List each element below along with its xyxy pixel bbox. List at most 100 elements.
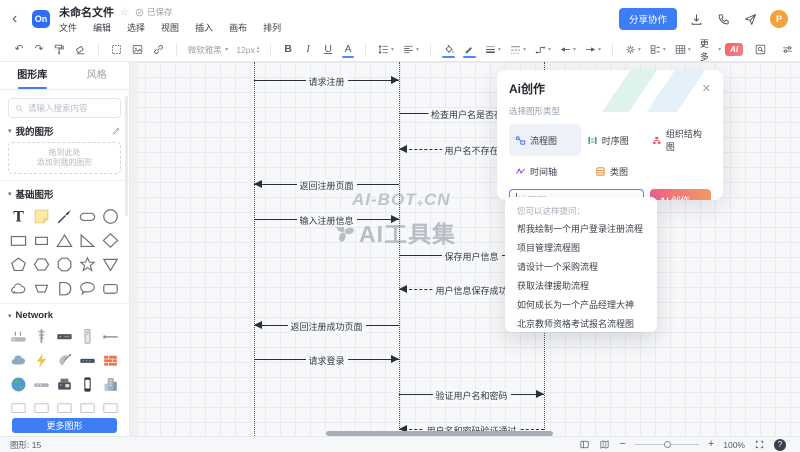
shape-patch-panel[interactable]: [77, 349, 99, 371]
shape-rectangle[interactable]: [7, 229, 29, 251]
shape-d-shape[interactable]: [53, 277, 75, 299]
insert-link-button[interactable]: [149, 41, 168, 58]
ai-assistant-button[interactable]: AI: [725, 43, 743, 56]
line-style-button[interactable]: ▾: [506, 41, 529, 58]
suggestion-item-5[interactable]: 北京教师资格考试报名流程图: [517, 315, 645, 334]
diagram-type-org-chart[interactable]: 组织结构图: [646, 124, 711, 156]
shape-screen[interactable]: [7, 397, 29, 419]
suggestion-item-2[interactable]: 请设计一个采购流程: [517, 258, 645, 277]
shape-fax-machine[interactable]: [53, 373, 75, 395]
fill-color-button[interactable]: [439, 41, 458, 58]
shape-rectangle-2[interactable]: [30, 229, 52, 251]
suggestion-item-4[interactable]: 如何成长为一个产品经理大神: [517, 296, 645, 315]
shape-switch-hub[interactable]: [30, 373, 52, 395]
help-icon[interactable]: ?: [774, 439, 786, 451]
zoom-level[interactable]: 100%: [723, 440, 745, 450]
shape-triangle[interactable]: [53, 229, 75, 251]
favorite-star-icon[interactable]: ☆: [120, 7, 129, 18]
shape-mobile-phone[interactable]: [77, 373, 99, 395]
shape-octagon[interactable]: [53, 253, 75, 275]
font-color-button[interactable]: A: [339, 41, 357, 58]
network-header[interactable]: ▾ Network: [8, 310, 121, 321]
shape-screen[interactable]: [30, 397, 52, 419]
shape-hexagon[interactable]: [30, 253, 52, 275]
shape-cloud[interactable]: [7, 277, 29, 299]
suggestion-item-1[interactable]: 项目管理流程图: [517, 239, 645, 258]
phone-icon[interactable]: [716, 12, 731, 27]
arrow-start-button[interactable]: ▾: [556, 41, 579, 58]
zoom-slider[interactable]: [635, 444, 699, 446]
line-color-button[interactable]: [460, 41, 479, 58]
shape-cable[interactable]: [100, 325, 122, 347]
diagram-type-sequence[interactable]: 时序图: [581, 124, 647, 156]
lifeline-1[interactable]: [399, 62, 400, 436]
send-icon[interactable]: [743, 12, 758, 27]
shape-trapezoid[interactable]: [30, 277, 52, 299]
arrow-end-button[interactable]: ▾: [581, 41, 604, 58]
sidebar-tab-0[interactable]: 图形库: [0, 62, 65, 89]
sidebar-tab-1[interactable]: 风格: [65, 62, 130, 89]
menu-item-1[interactable]: 编辑: [93, 21, 111, 34]
shape-satellite-dish[interactable]: [53, 349, 75, 371]
ai-create-button[interactable]: AI 创作 →: [650, 189, 711, 200]
insert-image-button[interactable]: [128, 41, 147, 58]
shape-firewall[interactable]: [100, 349, 122, 371]
sidebar-scrollbar[interactable]: [125, 96, 128, 216]
menu-item-0[interactable]: 文件: [59, 21, 77, 34]
shape-wireless-router[interactable]: [7, 325, 29, 347]
minimap-icon[interactable]: [599, 439, 610, 450]
adjustment-button[interactable]: [778, 41, 797, 58]
fullscreen-icon[interactable]: [754, 439, 765, 450]
suggestion-item-3[interactable]: 获取法律援助流程: [517, 277, 645, 296]
shape-pen[interactable]: [53, 205, 75, 227]
back-icon[interactable]: ‹: [12, 10, 26, 28]
basic-shapes-header[interactable]: ▾ 基础图形: [8, 187, 121, 201]
shape-screen[interactable]: [53, 397, 75, 419]
suggestion-item-0[interactable]: 帮我绘制一个用户登录注册流程: [517, 220, 645, 239]
menu-item-5[interactable]: 画布: [229, 21, 247, 34]
shape-screen[interactable]: [77, 397, 99, 419]
shape-lightning-bolt[interactable]: [30, 349, 52, 371]
line-width-button[interactable]: ▾: [481, 41, 504, 58]
text-align-button[interactable]: ▾: [399, 41, 422, 58]
zoom-in-icon[interactable]: +: [708, 439, 714, 450]
shape-rounded-rectangle[interactable]: [100, 277, 122, 299]
shape-diamond[interactable]: [100, 229, 122, 251]
shape-sticky-note[interactable]: [30, 205, 52, 227]
underline-button[interactable]: U: [319, 41, 337, 58]
shape-pill[interactable]: [77, 205, 99, 227]
diagram-type-timeline[interactable]: 时间轴: [509, 162, 589, 181]
theme-button[interactable]: ▾: [621, 41, 644, 58]
zoom-slider-handle[interactable]: [664, 441, 671, 448]
size-stepper-icon[interactable]: ▴▾: [257, 46, 260, 54]
insert-frame-button[interactable]: [107, 41, 126, 58]
menu-item-4[interactable]: 插入: [195, 21, 213, 34]
more-tools-button[interactable]: 更多▾: [696, 35, 725, 65]
app-logo[interactable]: On: [32, 10, 50, 28]
shape-text[interactable]: T: [7, 205, 29, 227]
menu-item-2[interactable]: 选择: [127, 21, 145, 34]
insert-table-button[interactable]: ▾: [671, 41, 694, 58]
more-shapes-button[interactable]: 更多图形: [12, 418, 117, 433]
shape-search-box[interactable]: [8, 98, 121, 118]
shape-star[interactable]: [77, 253, 99, 275]
lifeline-0[interactable]: [254, 62, 255, 436]
page-layout-icon[interactable]: [579, 439, 590, 450]
shape-office-building[interactable]: [100, 373, 122, 395]
connector-style-button[interactable]: ▾: [531, 41, 554, 58]
shape-right-triangle[interactable]: [77, 229, 99, 251]
shape-circle[interactable]: [100, 205, 122, 227]
shape-speech-bubble[interactable]: [77, 277, 99, 299]
share-collab-button[interactable]: 分享协作: [619, 8, 677, 30]
clear-format-button[interactable]: [71, 41, 90, 58]
font-family-select[interactable]: 微软雅黑▾: [185, 42, 232, 58]
bold-button[interactable]: B: [279, 41, 297, 58]
font-size-select[interactable]: 12px▴▾: [233, 43, 262, 57]
shape-pentagon[interactable]: [7, 253, 29, 275]
shape-rack-server[interactable]: [53, 325, 75, 347]
shape-net-cloud[interactable]: [7, 349, 29, 371]
document-title[interactable]: 未命名文件: [59, 4, 114, 20]
user-avatar[interactable]: P: [770, 10, 788, 28]
search-input[interactable]: [28, 103, 114, 113]
format-painter-button[interactable]: [50, 41, 69, 58]
